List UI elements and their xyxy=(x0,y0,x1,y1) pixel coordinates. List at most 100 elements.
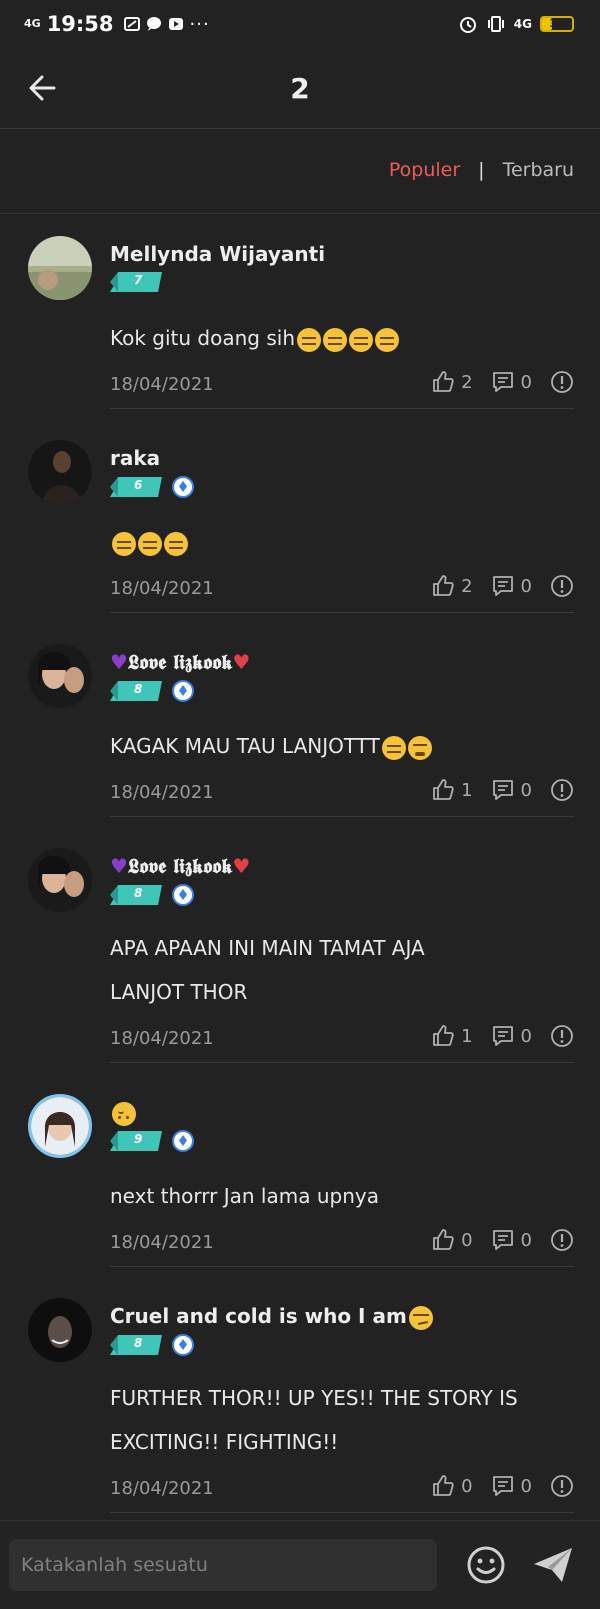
avatar[interactable] xyxy=(28,440,92,504)
thumbs-up-icon xyxy=(431,574,455,598)
comment-text: FURTHER THOR!! UP YES!! THE STORY IS EXCI… xyxy=(110,1386,518,1454)
reply-button[interactable]: 0 xyxy=(491,1474,532,1498)
avatar[interactable] xyxy=(28,1094,92,1158)
comment-text: APA APAAN INI MAIN TAMAT AJA LANJOT THOR xyxy=(110,936,425,1004)
comment-icon xyxy=(491,1228,515,1252)
avatar[interactable] xyxy=(28,644,92,708)
expressionless-emoji xyxy=(323,327,347,352)
play-icon xyxy=(168,18,183,30)
report-button[interactable] xyxy=(550,1228,574,1252)
comment-text xyxy=(110,520,570,564)
report-button[interactable] xyxy=(550,778,574,802)
comment-date: 18/04/2021 xyxy=(110,782,214,803)
vip-badge-icon xyxy=(172,884,194,906)
avatar[interactable] xyxy=(28,848,92,912)
smiley-icon[interactable] xyxy=(466,1545,506,1585)
username[interactable]: ♥𝕷𝖔𝖛𝖊 𝖑𝖎𝖟𝖐𝖔𝖔𝖐♥ xyxy=(110,854,250,878)
report-button[interactable] xyxy=(550,574,574,598)
reply-count: 0 xyxy=(520,1229,532,1251)
level-badge: 8 xyxy=(110,681,162,701)
reply-count: 0 xyxy=(520,575,532,597)
vip-badge-icon xyxy=(172,680,194,702)
network-indicator: 4G xyxy=(24,17,41,30)
username[interactable]: Cruel and cold is who I am xyxy=(110,1304,433,1330)
divider xyxy=(110,612,574,613)
thumbs-up-icon xyxy=(431,1024,455,1048)
level-badge: 9 xyxy=(110,1131,162,1151)
vip-badge-icon xyxy=(172,1130,194,1152)
app-header: 2 xyxy=(0,52,600,129)
battery-icon: 32 xyxy=(540,16,574,32)
comment-date: 18/04/2021 xyxy=(110,374,214,395)
like-count: 2 xyxy=(461,575,473,597)
like-button[interactable]: 0 xyxy=(431,1228,473,1252)
comment-icon xyxy=(491,1474,515,1498)
avatar[interactable] xyxy=(28,1298,92,1362)
reply-button[interactable]: 0 xyxy=(491,370,532,394)
reply-button[interactable]: 0 xyxy=(491,574,532,598)
reply-count: 0 xyxy=(520,371,532,393)
red-heart-emoji: ♥ xyxy=(232,650,251,674)
username[interactable]: ♥𝕷𝖔𝖛𝖊 𝖑𝖎𝖟𝖐𝖔𝖔𝖐♥ xyxy=(110,650,250,674)
report-button[interactable] xyxy=(550,370,574,394)
expressionless-emoji xyxy=(297,327,321,352)
avatar[interactable] xyxy=(28,236,92,300)
reply-count: 0 xyxy=(520,779,532,801)
smirking-face-emoji xyxy=(408,1305,433,1330)
like-button[interactable]: 2 xyxy=(431,574,473,598)
status-bar: 4G 19:58 ··· 4G 32 xyxy=(0,0,600,52)
sort-newest-tab[interactable]: Terbaru xyxy=(503,159,574,181)
reply-count: 0 xyxy=(520,1475,532,1497)
comment-composer xyxy=(0,1520,600,1609)
notification-icon xyxy=(123,17,140,31)
report-icon xyxy=(550,1024,574,1048)
sort-popular-tab[interactable]: Populer xyxy=(389,159,460,181)
report-button[interactable] xyxy=(550,1474,574,1498)
report-icon xyxy=(550,1228,574,1252)
level-badge: 7 xyxy=(110,272,162,292)
steam-nose-emoji xyxy=(407,735,432,760)
like-count: 0 xyxy=(461,1475,473,1497)
report-icon xyxy=(550,1474,574,1498)
reply-button[interactable]: 0 xyxy=(491,1024,532,1048)
alarm-icon xyxy=(459,17,476,33)
sort-divider: | xyxy=(478,159,485,181)
like-count: 0 xyxy=(461,1229,473,1251)
like-button[interactable]: 1 xyxy=(431,1024,473,1048)
expressionless-emoji xyxy=(375,327,399,352)
divider xyxy=(110,408,574,409)
status-time: 19:58 xyxy=(46,12,114,36)
username[interactable] xyxy=(110,1100,136,1126)
level-badge: 8 xyxy=(110,1335,162,1355)
username[interactable]: raka xyxy=(110,446,160,470)
divider xyxy=(110,1062,574,1063)
vip-badge-icon xyxy=(172,1334,194,1356)
thumbs-up-icon xyxy=(431,778,455,802)
comment-date: 18/04/2021 xyxy=(110,578,214,599)
like-count: 1 xyxy=(461,1025,473,1047)
vibrate-icon xyxy=(487,16,504,32)
comment-text: Kok gitu doang sih xyxy=(110,316,570,360)
thumbs-up-icon xyxy=(431,370,455,394)
comment-input[interactable] xyxy=(9,1539,437,1591)
report-icon xyxy=(550,574,574,598)
like-button[interactable]: 1 xyxy=(431,778,473,802)
expressionless-emoji xyxy=(381,735,406,760)
username[interactable]: Mellynda Wijayanti xyxy=(110,242,325,266)
purple-heart-emoji: ♥ xyxy=(110,854,128,878)
level-badge: 8 xyxy=(110,885,162,905)
reply-button[interactable]: 0 xyxy=(491,778,532,802)
report-button[interactable] xyxy=(550,1024,574,1048)
level-badge: 6 xyxy=(110,477,162,497)
reply-button[interactable]: 0 xyxy=(491,1228,532,1252)
vip-badge-icon xyxy=(172,476,194,498)
like-button[interactable]: 2 xyxy=(431,370,473,394)
comment-icon xyxy=(491,370,515,394)
divider xyxy=(110,1266,574,1267)
battery-level: 32 xyxy=(549,17,565,30)
expressionless-emoji xyxy=(112,531,136,556)
expressionless-emoji xyxy=(164,531,188,556)
send-icon[interactable] xyxy=(532,1545,574,1585)
comment-icon xyxy=(491,778,515,802)
like-button[interactable]: 0 xyxy=(431,1474,473,1498)
